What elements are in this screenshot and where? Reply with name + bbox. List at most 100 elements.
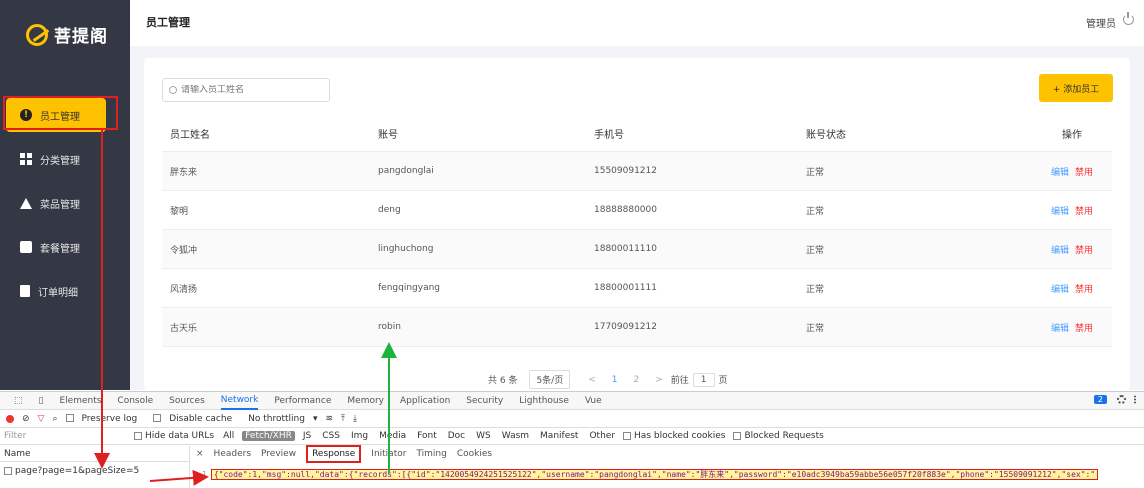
tab-response[interactable]: Response	[306, 445, 362, 463]
type-filter-font[interactable]: Font	[414, 431, 440, 441]
cell-phone: 15509091212	[594, 166, 657, 176]
filter-icon[interactable]: ▽	[38, 414, 45, 424]
sidebar-item-categories[interactable]: 分类管理	[0, 138, 130, 180]
type-filter-js[interactable]: JS	[300, 431, 314, 441]
disable-link[interactable]: 禁用	[1075, 324, 1093, 334]
tab-security[interactable]: Security	[466, 396, 503, 406]
disable-cache-label: Disable cache	[169, 413, 233, 424]
cell-name: 黎明	[170, 206, 189, 217]
device-toggle-icon[interactable]: ▯	[39, 396, 44, 406]
type-filter-other[interactable]: Other	[586, 431, 618, 441]
type-filter-css[interactable]: CSS	[319, 431, 343, 441]
sidebar-item-dishes[interactable]: 菜品管理	[0, 182, 130, 224]
tab-preview[interactable]: Preview	[261, 449, 296, 459]
edit-link[interactable]: 编辑	[1051, 285, 1069, 295]
chevron-down-icon: ▾	[312, 413, 318, 424]
response-json: {"code":1,"msg":null,"data":{"records":[…	[210, 469, 1099, 480]
clear-icon[interactable]: ⊘	[22, 414, 30, 424]
blocked-requests-checkbox[interactable]: Blocked Requests	[733, 431, 824, 441]
cell-status: 正常	[806, 323, 825, 334]
goto-input[interactable]: 1	[692, 372, 715, 387]
sidebar-item-label: 分类管理	[40, 155, 80, 167]
tab-network[interactable]: Network	[220, 392, 259, 410]
disable-link[interactable]: 禁用	[1075, 285, 1093, 295]
prev-page-button[interactable]: <	[588, 375, 596, 385]
search-icon[interactable]: ⌕	[52, 414, 57, 424]
page-1-button[interactable]: 1	[612, 375, 618, 385]
tab-timing[interactable]: Timing	[416, 449, 446, 459]
export-icon[interactable]: ⤓	[353, 414, 357, 424]
import-icon[interactable]: ⤒	[341, 414, 345, 424]
tab-console[interactable]: Console	[117, 396, 153, 406]
sidebar-item-orders[interactable]: 订单明细	[0, 270, 130, 312]
disable-link[interactable]: 禁用	[1075, 246, 1093, 256]
issues-badge[interactable]: 2	[1093, 395, 1107, 404]
column-header: 账号	[378, 130, 398, 141]
type-filter-all[interactable]: All	[220, 431, 237, 441]
grid-icon	[20, 153, 32, 165]
request-detail-tabs: × Headers Preview Response Initiator Tim…	[196, 445, 502, 463]
power-icon[interactable]	[1123, 12, 1134, 25]
record-icon[interactable]	[6, 414, 14, 423]
tab-elements[interactable]: Elements	[59, 396, 101, 406]
type-filter-fetch-xhr[interactable]: Fetch/XHR	[242, 431, 295, 441]
table-row: 古天乐 robin 17709091212 正常 编辑 禁用	[162, 308, 1112, 347]
add-employee-button[interactable]: + 添加员工	[1039, 74, 1113, 102]
table-row: 令狐冲 linghuchong 18800011110 正常 编辑 禁用	[162, 230, 1112, 269]
tab-performance[interactable]: Performance	[274, 396, 331, 406]
disable-cache-checkbox[interactable]: Disable cache	[153, 414, 240, 424]
disable-link[interactable]: 禁用	[1075, 207, 1093, 217]
close-icon[interactable]: ×	[196, 449, 204, 459]
tab-sources[interactable]: Sources	[169, 396, 205, 406]
disable-link[interactable]: 禁用	[1075, 168, 1093, 178]
tab-lighthouse[interactable]: Lighthouse	[519, 396, 569, 406]
filter-input[interactable]: Filter	[4, 431, 134, 441]
type-filter-img[interactable]: Img	[348, 431, 371, 441]
type-filter-doc[interactable]: Doc	[445, 431, 468, 441]
blocked-cookies-label: Has blocked cookies	[634, 431, 726, 441]
edit-link[interactable]: 编辑	[1051, 168, 1069, 178]
wifi-icon[interactable]: ≋	[325, 414, 333, 424]
sidebar-item-setmeals[interactable]: 套餐管理	[0, 226, 130, 268]
search-icon	[169, 86, 177, 94]
column-header: 账号状态	[806, 130, 846, 141]
more-icon[interactable]	[1134, 395, 1136, 404]
preserve-log-checkbox[interactable]: Preserve log	[65, 413, 146, 424]
inspect-icon[interactable]: ⬚	[14, 396, 23, 406]
throttling-select[interactable]: No throttling	[248, 414, 305, 424]
page-size-select[interactable]: 5条/页	[529, 370, 571, 389]
network-detail-pane: Name page?page=1&pageSize=5 × Headers Pr…	[0, 445, 1144, 488]
tab-vue[interactable]: Vue	[585, 396, 602, 406]
logo[interactable]: 菩提阁	[26, 22, 108, 47]
line-number: 1	[202, 470, 207, 479]
type-filter-media[interactable]: Media	[376, 431, 409, 441]
page-2-button[interactable]: 2	[634, 375, 640, 385]
edit-link[interactable]: 编辑	[1051, 246, 1069, 256]
cell-status: 正常	[806, 206, 825, 217]
cell-actions: 编辑 禁用	[1032, 243, 1112, 256]
next-page-button[interactable]: >	[655, 375, 663, 385]
edit-link[interactable]: 编辑	[1051, 207, 1069, 217]
type-filter-manifest[interactable]: Manifest	[537, 431, 581, 441]
cell-account: robin	[378, 322, 401, 332]
cell-account: linghuchong	[378, 244, 434, 254]
type-filter-ws[interactable]: WS	[473, 431, 494, 441]
search-input[interactable]	[181, 85, 321, 95]
preserve-log-label: Preserve log	[81, 413, 138, 424]
sidebar: 菩提阁 ! 员工管理 分类管理 菜品管理 套餐管理 订单明细	[0, 0, 130, 390]
cell-account: deng	[378, 205, 401, 215]
request-row[interactable]: page?page=1&pageSize=5	[0, 462, 189, 480]
tab-initiator[interactable]: Initiator	[371, 449, 406, 459]
type-filter-wasm[interactable]: Wasm	[499, 431, 532, 441]
tab-application[interactable]: Application	[400, 396, 450, 406]
tab-cookies[interactable]: Cookies	[457, 449, 492, 459]
search-box[interactable]	[162, 78, 330, 102]
blocked-cookies-checkbox[interactable]: Has blocked cookies	[623, 431, 725, 441]
edit-link[interactable]: 编辑	[1051, 324, 1069, 334]
hide-data-urls-checkbox[interactable]: Hide data URLs	[134, 431, 214, 441]
gear-icon[interactable]	[1117, 395, 1126, 404]
cell-status: 正常	[806, 245, 825, 256]
sidebar-item-label: 套餐管理	[40, 243, 80, 255]
tab-headers[interactable]: Headers	[214, 449, 251, 459]
tab-memory[interactable]: Memory	[347, 396, 384, 406]
